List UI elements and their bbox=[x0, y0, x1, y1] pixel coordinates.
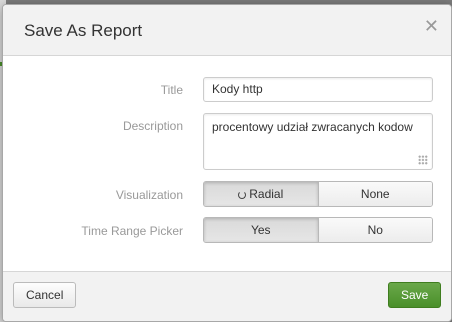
visualization-toggle: Radial None bbox=[203, 181, 433, 207]
dialog-header: Save As Report ✕ bbox=[3, 5, 451, 56]
time-range-no-button[interactable]: No bbox=[317, 218, 432, 242]
time-range-toggle: Yes No bbox=[203, 217, 433, 243]
visualization-radial-label: Radial bbox=[249, 187, 284, 201]
dialog-title: Save As Report bbox=[24, 21, 143, 40]
resize-handle-icon[interactable] bbox=[418, 155, 428, 165]
radial-gauge-icon bbox=[238, 191, 247, 199]
visualization-label: Visualization bbox=[115, 188, 183, 202]
visualization-radial-button[interactable]: Radial bbox=[204, 182, 318, 206]
description-textarea[interactable]: procentowy udział zwracanych kodow bbox=[203, 113, 433, 170]
close-icon[interactable]: ✕ bbox=[424, 17, 439, 35]
description-label: Description bbox=[122, 119, 183, 133]
time-range-label: Time Range Picker bbox=[81, 224, 183, 238]
time-range-yes-button[interactable]: Yes bbox=[204, 218, 318, 242]
cancel-button[interactable]: Cancel bbox=[13, 282, 76, 308]
dialog-footer: Cancel Save bbox=[3, 271, 451, 321]
title-label: Title bbox=[160, 83, 183, 97]
title-input[interactable]: Kody http bbox=[203, 77, 433, 102]
save-as-report-dialog: Save As Report ✕ Title Kody http Descrip… bbox=[2, 4, 452, 322]
save-button[interactable]: Save bbox=[388, 282, 441, 308]
visualization-none-button[interactable]: None bbox=[317, 182, 432, 206]
description-text: procentowy udział zwracanych kodow bbox=[212, 120, 413, 134]
